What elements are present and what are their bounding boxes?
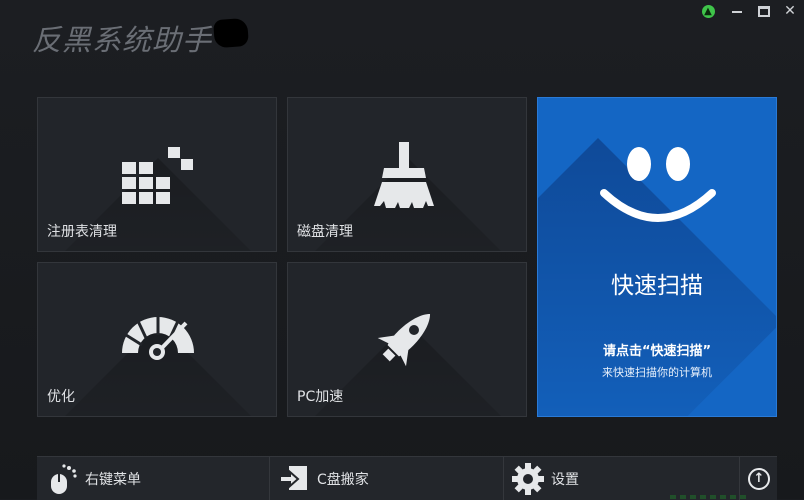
transfer-icon (277, 462, 311, 496)
tile-label: 磁盘清理 (297, 224, 353, 240)
settings-button[interactable]: 设置 (511, 457, 579, 500)
smiley-icon (600, 147, 716, 222)
maximize-icon (758, 5, 770, 17)
quick-scan-subhint: 来快速扫描你的计算机 (602, 366, 712, 379)
tile-registry-cleanup[interactable]: 注册表清理 (37, 97, 277, 252)
bottom-toolbar: 右键菜单 C盘搬家 设置 ↑ (37, 456, 777, 500)
context-menu-button[interactable]: 右键菜单 (45, 457, 141, 500)
status-strip (670, 495, 750, 499)
context-menu-label: 右键菜单 (85, 471, 141, 488)
settings-label: 设置 (551, 471, 579, 488)
c-drive-move-button[interactable]: C盘搬家 (277, 457, 369, 500)
gear-icon (511, 462, 545, 496)
circle-up-arrow-icon: ↑ (748, 467, 770, 490)
minimize-button[interactable] (729, 3, 745, 19)
tile-disk-cleanup[interactable]: 磁盘清理 (287, 97, 527, 252)
tile-pc-speedup[interactable]: PC加速 (287, 262, 527, 417)
quick-scan-hint: 请点击“快速扫描” (602, 344, 712, 359)
close-icon: ✕ (784, 3, 796, 19)
mouse-icon (45, 462, 79, 496)
app-window: 反黑系统助手 ▲ ✕ 注册表清理 磁盘清理 优化 PC加速 快速扫描 请点击“快… (0, 0, 804, 500)
redacted-mark (213, 17, 249, 49)
close-button[interactable]: ✕ (782, 3, 798, 19)
c-drive-move-label: C盘搬家 (317, 471, 369, 488)
quick-scan-title: 快速扫描 (611, 273, 703, 299)
tile-label: PC加速 (297, 389, 344, 405)
tile-label: 优化 (47, 389, 75, 405)
quick-scan-button[interactable]: 快速扫描 请点击“快速扫描” 来快速扫描你的计算机 (537, 97, 777, 417)
scroll-up-button[interactable]: ↑ (739, 457, 778, 500)
minimize-icon (732, 11, 742, 13)
update-button[interactable]: ▲ (700, 3, 716, 19)
maximize-button[interactable] (756, 3, 772, 19)
tile-label: 注册表清理 (47, 224, 117, 240)
up-arrow-icon: ▲ (701, 4, 715, 18)
tile-optimize[interactable]: 优化 (37, 262, 277, 417)
app-title: 反黑系统助手 (32, 23, 213, 57)
